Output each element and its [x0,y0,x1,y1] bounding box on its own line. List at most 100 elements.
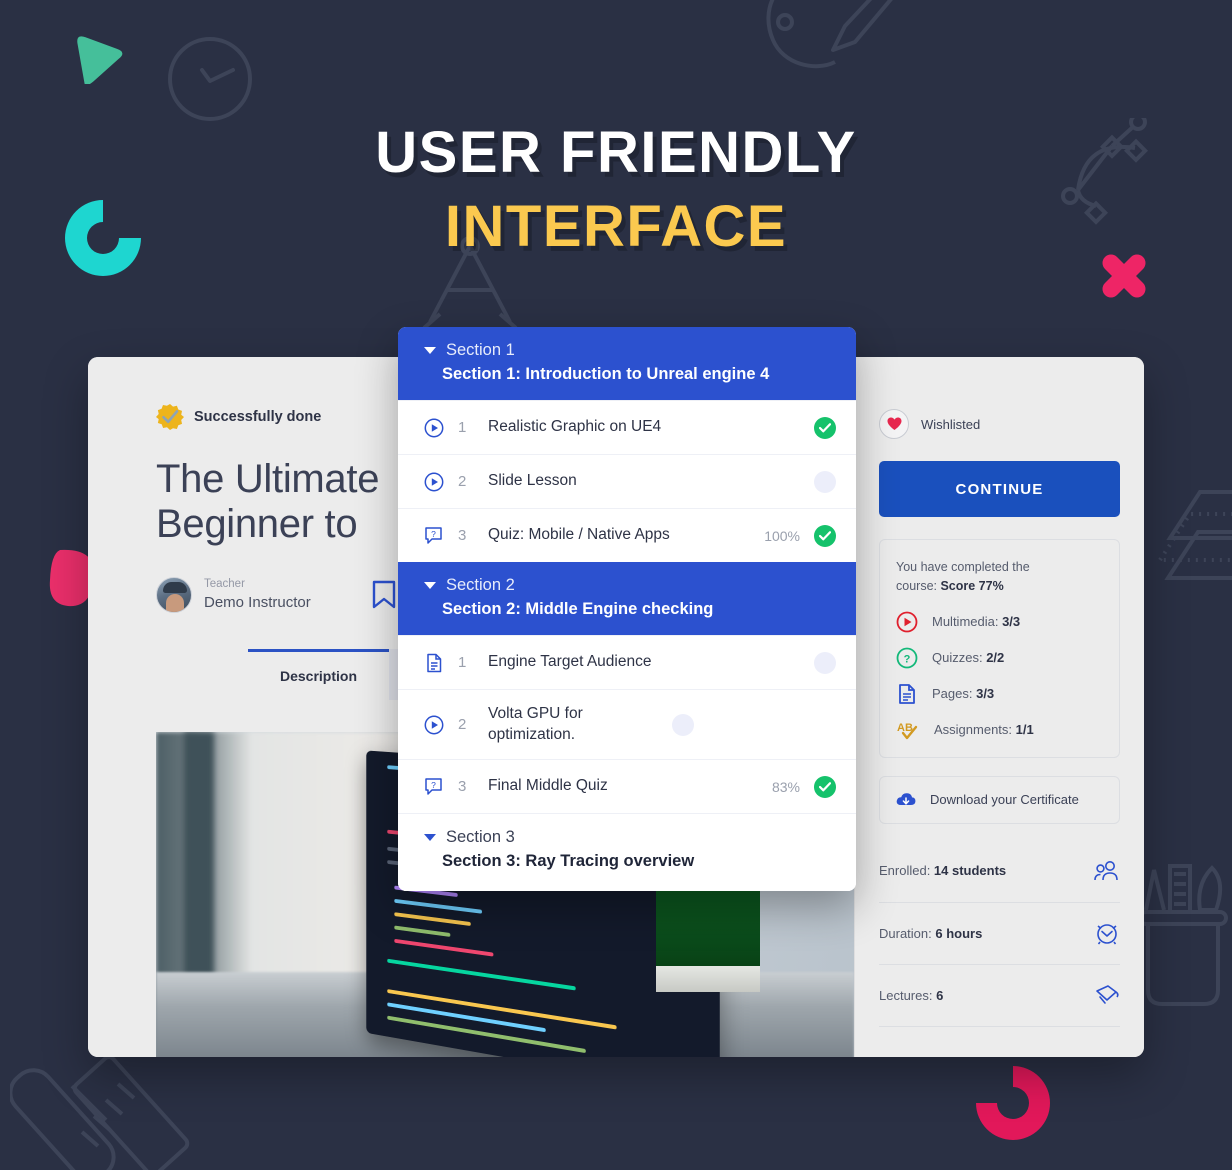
stat-row-multimedia: Multimedia: 3/3 [896,611,1103,633]
list-item[interactable]: ? 3 Quiz: Mobile / Native Apps 100% [398,508,856,562]
svg-text:?: ? [431,529,436,539]
lesson-number: 3 [458,527,467,544]
score-line2-prefix: course: [896,579,941,594]
teacher-meta[interactable]: Teacher Demo Instructor [156,576,311,613]
tab-description[interactable]: Description [248,648,390,700]
lesson-title: Slide Lesson [488,472,577,490]
stat-label-assignments: Assignments: [934,722,1016,738]
svg-text:?: ? [904,653,911,665]
bookmark-icon [372,580,395,608]
alarm-clock-icon [1097,924,1117,945]
wishlist-row[interactable]: Wishlisted [879,409,1120,439]
stat-value-multimedia: 3/3 [1002,614,1021,630]
document-icon [424,653,458,673]
lesson-title: Final Middle Quiz [488,777,608,795]
lesson-title: Quiz: Mobile / Native Apps [488,526,670,544]
section-2-number: Section 2 [446,576,515,594]
chevron-down-icon [424,347,436,354]
check-circle-icon [814,524,836,547]
users-icon [1094,860,1118,880]
decor-arc-pink [976,1066,1050,1140]
wishlist-label: Wishlisted [921,416,981,432]
stat-row-assignments: AB Assignments: 1/1 [896,719,1103,741]
info-value-enrolled: 14 students [933,863,1007,879]
section-header-3[interactable]: Section 3 Section 3: Ray Tracing overvie… [398,813,856,891]
lesson-title: Volta GPU for optimization. [488,705,583,743]
play-circle-icon [896,611,918,633]
incomplete-circle-icon [814,651,836,674]
info-label-lectures: Lectures: [879,987,937,1003]
check-circle-icon [814,775,836,798]
lesson-number: 3 [458,778,467,795]
play-circle-icon [424,418,458,438]
headline-line-2: INTERFACE [444,194,788,259]
decor-palette-icon [766,0,893,69]
section-3-title: Section 3: Ray Tracing overview [442,852,695,870]
headline-line-1: USER FRIENDLY [375,120,857,185]
lesson-number: 1 [458,654,467,671]
download-certificate-label: Download your Certificate [930,792,1079,808]
decor-clock-icon [168,37,252,121]
continue-button[interactable]: CONTINUE [879,461,1120,517]
heart-icon [879,409,909,439]
download-certificate-button[interactable]: Download your Certificate [879,775,1120,824]
decor-pencil-cup-icon [1138,864,1228,1006]
hero-headline: USER FRIENDLY INTERFACE [0,124,1232,256]
score-card: You have completed the course: Score 77%… [879,539,1120,758]
megaphone-icon [1096,985,1119,1005]
curriculum-overlay-panel: Section 1 Section 1: Introduction to Unr… [398,327,856,891]
teacher-name: Demo Instructor [204,593,311,611]
stat-label-pages: Pages: [932,686,977,702]
info-row-partial [879,1025,1120,1042]
stat-value-assignments: 1/1 [1015,722,1034,738]
list-item[interactable]: 2 Volta GPU for optimization. [398,689,856,759]
decor-triangle-teal [77,36,123,84]
lesson-percent: 100% [764,527,800,544]
teacher-label: Teacher [204,578,245,591]
list-item[interactable]: 2 Slide Lesson [398,454,856,508]
chevron-down-icon [424,582,436,589]
score-value: Score 77% [940,579,1004,594]
info-value-lectures: 6 [936,987,944,1003]
incomplete-circle-icon [814,470,836,493]
stat-row-pages: Pages: 3/3 [896,683,1103,705]
info-label-duration: Duration: [879,925,936,941]
chevron-down-icon [424,834,436,841]
stat-label-multimedia: Multimedia: [932,614,1003,630]
svg-text:?: ? [431,780,436,790]
course-sidebar: Wishlisted CONTINUE You have completed t… [854,357,1144,1057]
list-item[interactable]: ? 3 Final Middle Quiz 83% [398,759,856,813]
section-2-title: Section 2: Middle Engine checking [442,600,714,618]
lesson-number: 2 [458,716,467,733]
stat-label-quizzes: Quizzes: [932,650,987,666]
stat-value-pages: 3/3 [976,686,995,702]
cloud-download-icon [896,793,916,805]
incomplete-circle-icon [672,713,694,736]
info-row-enrolled: Enrolled: 14 students [879,840,1120,902]
score-summary: You have completed the course: Score 77% [896,558,1103,597]
score-line1: You have completed the [896,560,1030,574]
quiz-icon: ? [424,777,458,797]
list-item[interactable]: 1 Engine Target Audience [398,635,856,689]
section-1-number: Section 1 [446,341,515,359]
lesson-percent: 83% [771,778,800,795]
assignment-ab-icon: AB [897,722,918,739]
question-circle-icon: ? [896,647,918,669]
page-icon [899,683,915,704]
stat-row-quizzes: ? Quizzes: 2/2 [896,647,1103,669]
decor-x-pink [1102,254,1146,298]
section-header-1[interactable]: Section 1 Section 1: Introduction to Unr… [398,327,856,400]
section-header-2[interactable]: Section 2 Section 2: Middle Engine check… [398,562,856,635]
info-row-duration: Duration: 6 hours [879,901,1120,964]
avatar [156,576,192,613]
lesson-title: Engine Target Audience [488,653,652,671]
stat-value-quizzes: 2/2 [986,650,1005,666]
list-item[interactable]: 1 Realistic Graphic on UE4 [398,400,856,454]
plant-pot [656,884,760,992]
play-circle-icon [424,472,458,492]
play-circle-icon [424,715,458,735]
info-label-enrolled: Enrolled: [879,863,934,879]
verified-badge-icon [156,404,184,430]
info-value-duration: 6 hours [935,925,983,941]
decor-ruler-pencil-icon [10,1055,190,1170]
